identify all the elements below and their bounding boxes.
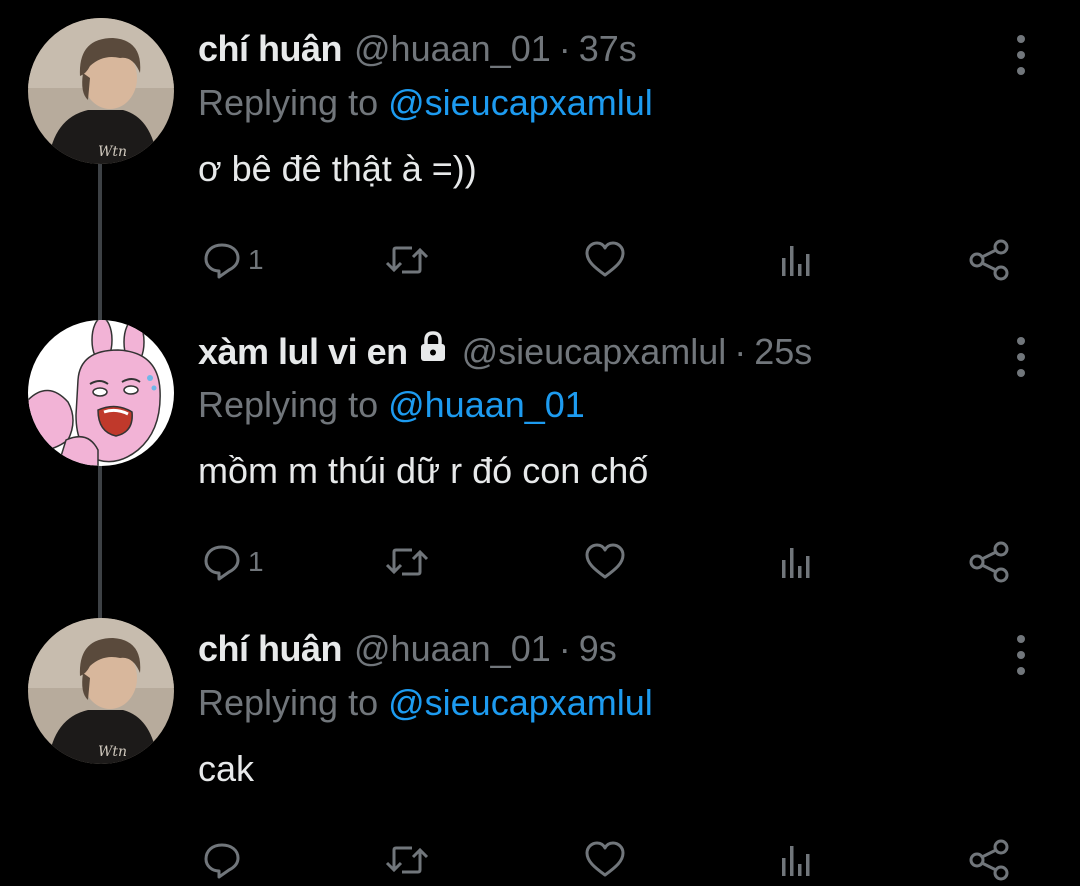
timestamp[interactable]: 9s (579, 628, 617, 670)
tweet-text: ơ bê đê thật à =)) (198, 148, 477, 189)
share-button[interactable] (968, 234, 1012, 286)
heart-icon (585, 241, 625, 277)
view-stats-button[interactable] (776, 536, 816, 588)
heart-icon (585, 841, 625, 877)
more-options-icon[interactable] (1008, 630, 1034, 680)
reply-icon (204, 545, 240, 581)
stats-icon (782, 548, 810, 578)
retweet-icon (385, 548, 429, 576)
retweet-icon (385, 846, 429, 874)
display-name[interactable]: chí huân (198, 28, 343, 70)
reply-icon (204, 243, 240, 279)
replying-to-label: Replying to (198, 682, 389, 723)
separator-dot: · (734, 331, 747, 372)
pink-bunny-avatar-image (28, 320, 174, 466)
user-handle[interactable]: @huaan_01 (354, 28, 551, 70)
heart-icon (585, 543, 625, 579)
stats-icon (782, 246, 810, 276)
tweet-actions (198, 834, 1028, 886)
tweet-text: cak (198, 748, 255, 789)
tweet-actions: 1 (198, 536, 1028, 588)
avatar[interactable]: Wtn (28, 618, 174, 764)
display-name[interactable]: xàm lul vi en (198, 331, 408, 373)
retweet-icon (385, 246, 429, 274)
reply-count: 1 (248, 546, 264, 577)
tweet-text: mồm m thúi dữ r đó con chố (198, 450, 649, 491)
more-options-icon[interactable] (1008, 332, 1034, 382)
boy-photo-avatar-image: Wtn (28, 618, 174, 764)
stats-icon (782, 846, 810, 876)
timestamp[interactable]: 25s (754, 331, 812, 373)
boy-photo-avatar-image: Wtn (28, 18, 174, 164)
like-button[interactable] (584, 234, 626, 286)
separator-dot: · (558, 628, 571, 669)
user-handle[interactable]: @sieucapxamlul (462, 331, 727, 373)
user-handle[interactable]: @huaan_01 (354, 628, 551, 670)
separator-dot: · (558, 28, 571, 69)
svg-text:Wtn: Wtn (98, 744, 127, 760)
svg-text:Wtn: Wtn (98, 144, 127, 160)
share-button[interactable] (968, 834, 1012, 886)
retweet-button[interactable] (384, 834, 430, 886)
share-button[interactable] (968, 536, 1012, 588)
share-icon (969, 239, 1009, 281)
tweet-actions: 1 (198, 234, 1028, 286)
mention-link[interactable]: @sieucapxamlul (388, 682, 653, 723)
reply-button[interactable]: 1 (202, 234, 264, 286)
share-icon (969, 541, 1009, 583)
replying-to: Replying to @huaan_01 (198, 384, 585, 426)
reply-button[interactable] (202, 834, 248, 886)
mention-link[interactable]: @sieucapxamlul (388, 82, 653, 123)
replying-to-label: Replying to (198, 82, 389, 123)
tweet-header: chí huân @huaan_01 · 37s (198, 28, 637, 74)
reply-button[interactable]: 1 (202, 536, 264, 588)
replying-to-label: Replying to (198, 384, 389, 425)
tweet[interactable]: xàm lul vi en @sieucapxamlul · 25s Reply… (0, 320, 1080, 590)
replying-to: Replying to @sieucapxamlul (198, 82, 653, 124)
tweet-header: xàm lul vi en @sieucapxamlul · 25s (198, 330, 812, 376)
tweet[interactable]: Wtn chí huân @huaan_01 · 37s Replying to… (0, 18, 1080, 288)
reply-count: 1 (248, 244, 264, 275)
retweet-button[interactable] (384, 234, 430, 286)
view-stats-button[interactable] (776, 834, 816, 886)
timestamp[interactable]: 37s (579, 28, 637, 70)
share-icon (969, 839, 1009, 881)
reply-icon (204, 843, 240, 879)
more-options-icon[interactable] (1008, 30, 1034, 80)
view-stats-button[interactable] (776, 234, 816, 286)
tweet-header: chí huân @huaan_01 · 9s (198, 628, 617, 674)
replying-to: Replying to @sieucapxamlul (198, 682, 653, 724)
display-name[interactable]: chí huân (198, 628, 343, 670)
lock-icon (420, 331, 445, 361)
like-button[interactable] (584, 834, 626, 886)
avatar[interactable]: Wtn (28, 18, 174, 164)
tweet[interactable]: Wtn chí huân @huaan_01 · 9s Replying to … (0, 618, 1080, 882)
retweet-button[interactable] (384, 536, 430, 588)
mention-link[interactable]: @huaan_01 (388, 384, 585, 425)
like-button[interactable] (584, 536, 626, 588)
avatar[interactable] (28, 320, 174, 466)
